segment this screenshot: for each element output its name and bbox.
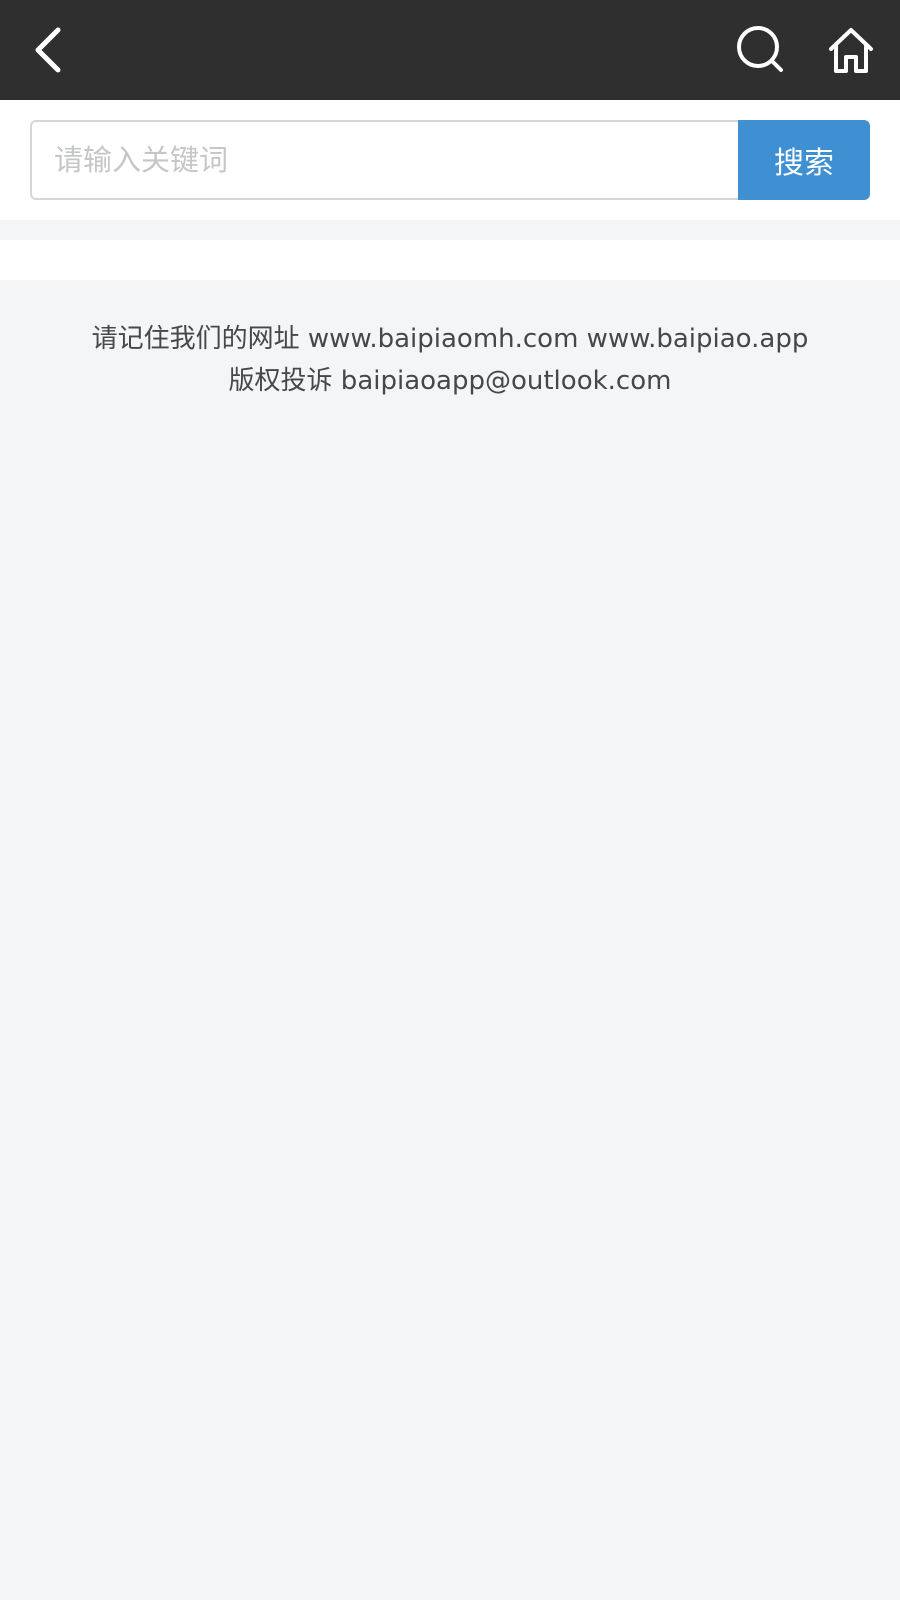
search-input[interactable]	[30, 120, 738, 200]
footer-copyright-text: 版权投诉 baipiaoapp@outlook.com	[228, 366, 672, 396]
footer-website-text: 请记住我们的网址 www.baipiaomh.com www.baipiao.a…	[91, 324, 809, 354]
header-search-button[interactable]	[729, 18, 793, 82]
site-footer: 请记住我们的网址 www.baipiaomh.com www.baipiao.a…	[0, 318, 900, 402]
search-icon	[737, 26, 783, 72]
search-form: 搜索	[30, 120, 870, 200]
home-icon	[829, 28, 873, 73]
back-button[interactable]	[18, 20, 78, 80]
top-navigation-bar	[0, 0, 900, 100]
search-button[interactable]: 搜索	[738, 120, 870, 200]
chevron-left-icon	[35, 27, 61, 73]
home-button[interactable]	[819, 18, 883, 82]
section-divider	[0, 220, 900, 240]
content-area	[0, 240, 900, 280]
